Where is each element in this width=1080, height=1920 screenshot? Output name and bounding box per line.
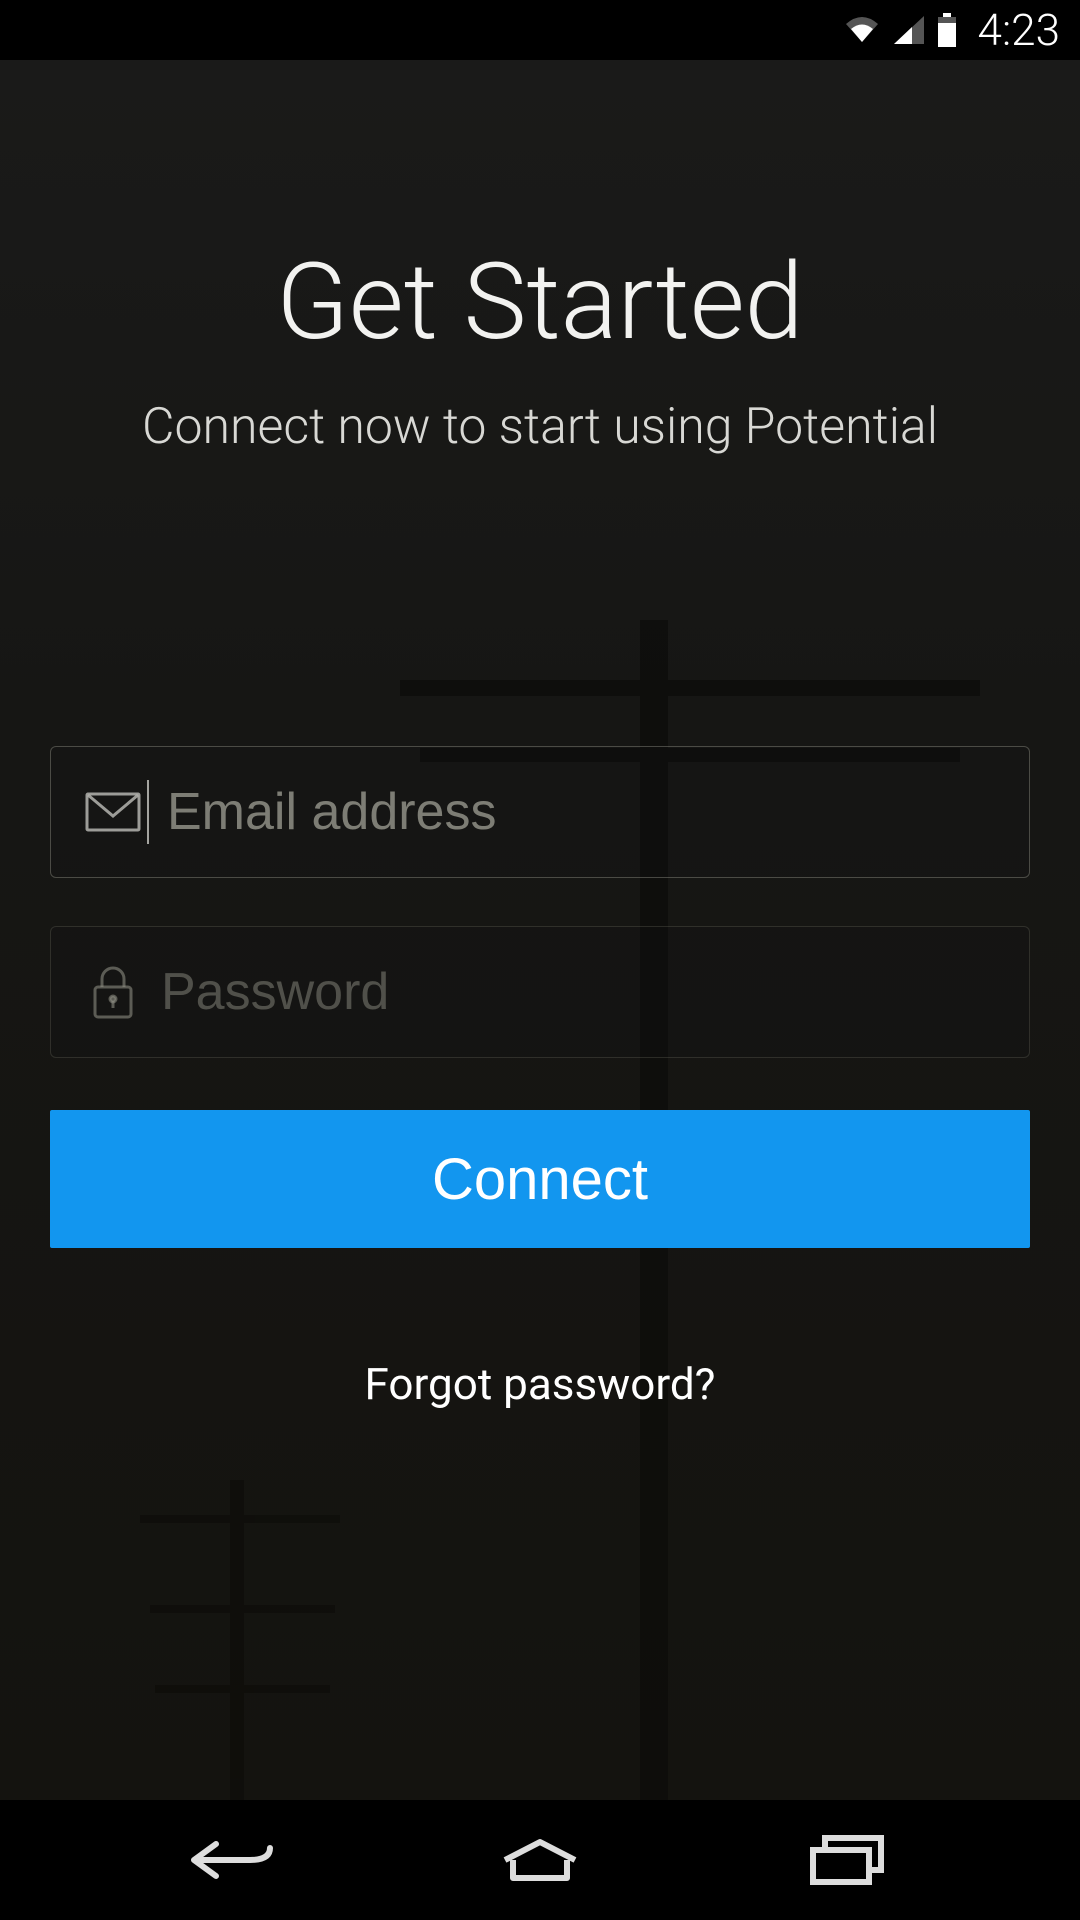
battery-icon	[936, 13, 958, 47]
status-time: 4:23	[978, 4, 1060, 56]
status-bar: 4:23	[0, 0, 1080, 60]
page-title: Get Started	[50, 240, 1030, 364]
home-button[interactable]	[470, 1820, 610, 1900]
page-subtitle: Connect now to start using Potential	[50, 398, 1030, 456]
status-icons	[842, 13, 958, 47]
email-field[interactable]	[149, 747, 997, 877]
wifi-icon	[842, 14, 882, 46]
email-field-wrapper[interactable]	[50, 746, 1030, 878]
password-field[interactable]	[143, 927, 997, 1057]
login-form: Connect Forgot password?	[50, 746, 1030, 1410]
back-button[interactable]	[163, 1820, 303, 1900]
password-field-wrapper[interactable]	[50, 926, 1030, 1058]
recent-apps-button[interactable]	[777, 1820, 917, 1900]
mail-icon	[83, 792, 143, 832]
login-screen: Get Started Connect now to start using P…	[0, 60, 1080, 1800]
forgot-password-link[interactable]: Forgot password?	[50, 1358, 1030, 1410]
connect-button[interactable]: Connect	[50, 1110, 1030, 1248]
lock-icon	[83, 965, 143, 1019]
cellular-signal-icon	[892, 14, 926, 46]
system-nav-bar	[0, 1800, 1080, 1920]
